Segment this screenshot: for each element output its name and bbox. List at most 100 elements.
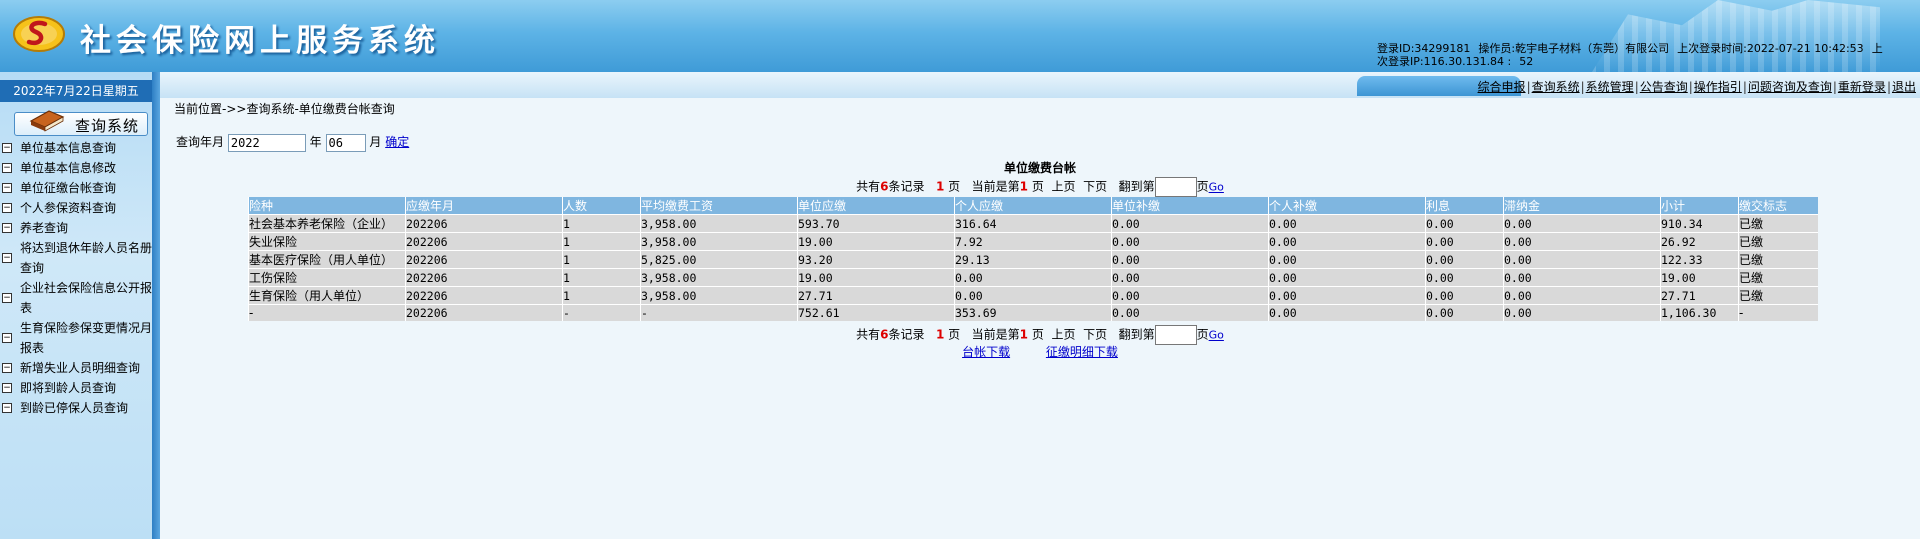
ledger-download-link[interactable]: 台帐下载 [962,345,1010,359]
table-cell: 0.00 [1425,214,1504,233]
nav-link-logout[interactable]: 退出 [1892,80,1916,94]
sidebar-item-unit-info-query[interactable]: − 单位基本信息查询 [0,138,152,158]
table-cell: 0.00 [1503,304,1661,321]
table-cell: 0.00 [1111,232,1269,251]
nav-link-relogin[interactable]: 重新登录 [1838,80,1886,94]
sidebar-item-new-unemployed-query[interactable]: − 新增失业人员明细查询 [0,358,152,378]
sidebar-item-label: 生育保险参保变更情况月报表 [20,321,153,355]
expand-icon: − [2,163,12,173]
column-header: 平均缴费工资 [640,197,798,215]
last-login-time: 上次登录时间:2022-07-21 10:42:53 [1677,42,1864,55]
module-label: 查询系统 [75,117,140,135]
table-cell: 0.00 [1111,304,1269,321]
nav-link-system-management[interactable]: 系统管理 [1586,80,1634,94]
pager-bottom: 共有6条记录 1 页 当前是第1 页 上页 下页 翻到第 页Go [160,325,1920,345]
table-row: 社会基本养老保险（企业） 202206 1 3,958.00 593.70 316.64 0… [248,214,1818,233]
table-cell: 3,958.00 [640,286,798,305]
sidebar-item-personal-insured-query[interactable]: − 个人参保资料查询 [0,198,152,218]
total-pages: 1 [935,179,945,194]
current-page: 1 [1019,327,1028,342]
confirm-link[interactable]: 确定 [385,135,409,149]
prev-page-link[interactable]: 上页 [1051,180,1075,194]
table-header-row: 险种 应缴年月 人数 平均缴费工资 单位应缴 个人应缴 单位补缴 个人补缴 利息… [248,197,1818,215]
table-cell: 316.64 [954,214,1112,233]
table-cell: 0.00 [1425,250,1504,269]
next-page-link[interactable]: 下页 [1083,180,1107,194]
table-cell: 29.13 [954,250,1112,269]
total-pages: 1 [935,327,945,342]
pager-text: 当前是第 [971,179,1020,194]
nav-link-announcement-query[interactable]: 公告查询 [1640,80,1688,94]
table-cell: 工伤保险 [248,268,406,287]
sidebar-item-unit-info-edit[interactable]: − 单位基本信息修改 [0,158,152,178]
sidebar-item-unit-ledger-query[interactable]: − 单位征缴台帐查询 [0,178,152,198]
sidebar-item-pension-query[interactable]: − 养老查询 [0,218,152,238]
jump-page-input[interactable] [1154,177,1197,197]
go-button[interactable]: Go [1209,181,1224,194]
pager-text: 页 [1031,327,1044,342]
expand-icon: − [2,183,12,193]
sidebar-menu: − 单位基本信息查询 − 单位基本信息修改 − 单位征缴台帐查询 − 个人参保资料查询 … [0,138,152,418]
pager-text: 页 [948,327,961,342]
table-cell: 0.00 [1111,286,1269,305]
table-cell: 19.00 [797,268,955,287]
sidebar-item-label: 企业社会保险信息公开报表 [20,281,153,315]
nav-link-operation-guide[interactable]: 操作指引 [1694,80,1742,94]
table-cell: 0.00 [1503,286,1661,305]
next-page-link[interactable]: 下页 [1083,328,1107,342]
expand-icon: − [2,383,12,393]
sidebar-item-label: 单位基本信息修改 [20,161,117,175]
table-cell: 0.00 [954,286,1112,305]
table-cell: 353.69 [954,304,1112,321]
last-login-ip: 次登录IP:116.30.131.84 : [1377,55,1512,68]
nav-link-query-system[interactable]: 查询系统 [1532,80,1580,94]
table-cell: 202206 [405,268,563,287]
expand-icon: − [2,203,12,213]
nav-link-consultation[interactable]: 问题咨询及查询 [1748,80,1832,94]
expand-icon: − [2,143,12,153]
sidebar-item-aged-stopped-query[interactable]: − 到龄已停保人员查询 [0,398,152,418]
last-login-ip-prefix: 上 [1871,42,1883,55]
current-date: 2022年7月22日星期五 [0,80,152,102]
table-cell: 0.00 [1503,268,1661,287]
year-input[interactable] [227,133,306,152]
pager-text: 翻到第 [1118,179,1155,194]
sidebar-item-insurance-disclosure-report[interactable]: − 企业社会保险信息公开报表 [0,278,152,318]
table-cell: 基本医疗保险（用人单位） [248,250,406,269]
go-button[interactable]: Go [1209,329,1224,342]
sidebar-item-retirement-roster-query[interactable]: − 将达到退休年龄人员名册查询 [0,238,152,278]
table-cell: 0.00 [1425,286,1504,305]
table-cell: 0.00 [1111,250,1269,269]
prev-page-link[interactable]: 上页 [1051,328,1075,342]
sidebar-item-label: 新增失业人员明细查询 [20,361,141,375]
sidebar-item-label: 个人参保资料查询 [20,201,117,215]
query-system-module-button[interactable]: 查询系统 [14,110,148,136]
detail-download-link[interactable]: 征缴明细下载 [1046,345,1118,359]
expand-icon: − [2,223,12,233]
table-cell: 0.00 [1503,232,1661,251]
top-nav-links: 综合申报|查询系统|系统管理|公告查询|操作指引|问题咨询及查询|重新登录|退出 [1477,80,1916,94]
table-cell: 0.00 [1268,232,1426,251]
table-row: -202206- -752.61 353.69 0.00 0.00 0.00 0.00 1,1… [248,304,1818,321]
sidebar-item-maternity-monthly-report[interactable]: − 生育保险参保变更情况月报表 [0,318,152,358]
table-cell: 202206 [405,232,563,251]
table-cell: - [1738,304,1818,321]
month-input[interactable] [325,133,366,152]
table-cell: 122.33 [1660,250,1739,269]
table-cell: 19.00 [1660,268,1739,287]
table-cell: 1 [562,268,641,287]
table-cell: 1 [562,232,641,251]
table-cell: - [562,304,641,321]
column-header: 小计 [1660,197,1739,215]
table-cell: 593.70 [797,214,955,233]
nav-link-comprehensive-declaration[interactable]: 综合申报 [1478,80,1526,94]
login-id: 登录ID:34299181 [1377,42,1471,55]
table-cell: 19.00 [797,232,955,251]
pager-text: 页 [1031,179,1044,194]
table-cell: 失业保险 [248,232,406,251]
main-content: 当前位置->>查询系统-单位缴费台帐查询 查询年月 年 月 确定 单位缴费台帐 … [160,98,1920,539]
table-row: 工伤保险 202206 1 3,958.00 19.00 0.00 0.00 0.00 0.00… [248,268,1818,287]
sidebar-item-upcoming-age-query[interactable]: − 即将到龄人员查询 [0,378,152,398]
pager-text: 条记录 [888,179,925,194]
jump-page-input[interactable] [1154,325,1197,345]
